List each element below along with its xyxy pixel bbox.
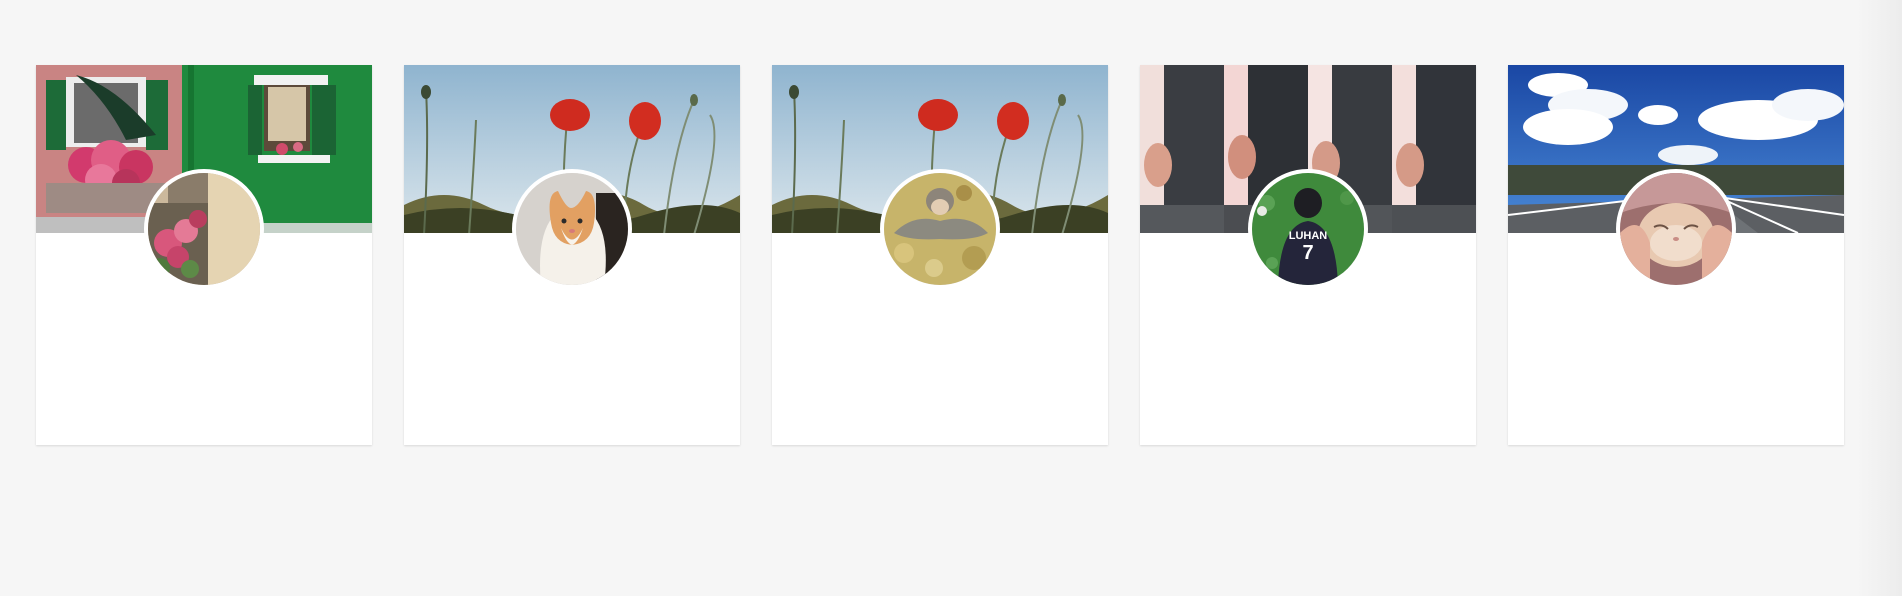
avatar[interactable] xyxy=(512,169,632,289)
profile-card[interactable] xyxy=(404,65,740,445)
avatar[interactable] xyxy=(880,169,1000,289)
jersey-number: 7 xyxy=(1302,242,1313,264)
avatar[interactable] xyxy=(144,169,264,289)
profile-card-list: LUHAN 7 xyxy=(36,65,1844,445)
profile-card[interactable] xyxy=(36,65,372,445)
profile-card[interactable]: LUHAN 7 xyxy=(1140,65,1476,445)
page: LUHAN 7 xyxy=(0,0,1902,596)
page-right-edge xyxy=(1856,0,1902,596)
jersey-name: LUHAN xyxy=(1289,230,1328,242)
avatar[interactable]: LUHAN 7 xyxy=(1248,169,1368,289)
profile-card[interactable] xyxy=(772,65,1108,445)
profile-card[interactable] xyxy=(1508,65,1844,445)
avatar[interactable] xyxy=(1616,169,1736,289)
